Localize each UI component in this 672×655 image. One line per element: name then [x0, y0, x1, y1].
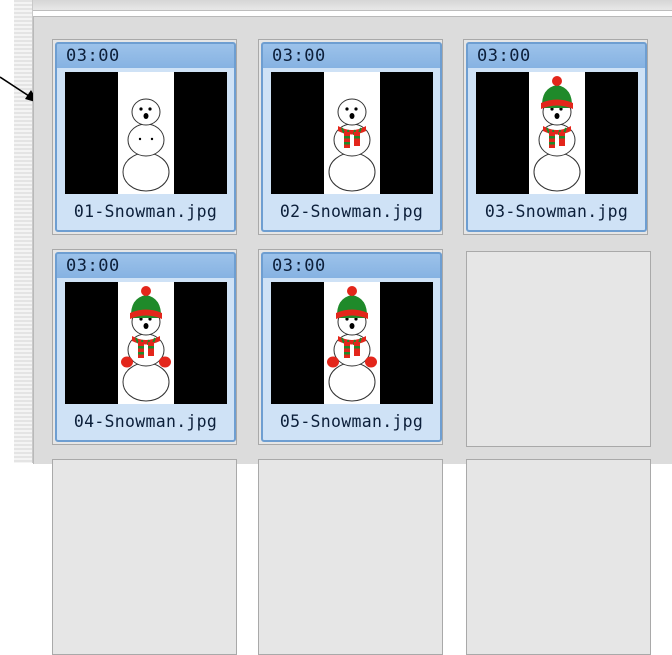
slide-duration: 03:00	[477, 46, 531, 66]
slide-cell[interactable]	[258, 459, 443, 655]
slide-filename: 04-Snowman.jpg	[73, 412, 218, 431]
slide-tile[interactable]: 03:00 05-Snowman.jpg	[261, 252, 442, 442]
slide-cell[interactable]: 03:00 03-Snowman.jpg	[463, 39, 648, 235]
snowman-image	[533, 76, 581, 192]
slide-cell[interactable]	[466, 459, 651, 655]
slide-thumbnail	[65, 72, 227, 194]
window-top-edge	[14, 0, 672, 11]
slide-cell[interactable]	[52, 459, 237, 655]
slide-duration: 03:00	[272, 256, 326, 276]
snowman-image	[121, 286, 171, 402]
slide-filename: 01-Snowman.jpg	[73, 202, 218, 221]
slide-thumbnail	[271, 72, 433, 194]
snowman-image	[122, 98, 170, 192]
slide-cell[interactable]: 03:00 05-Snowman.jpg	[258, 249, 443, 445]
slide-duration: 03:00	[66, 256, 120, 276]
empty-slide-cell[interactable]	[466, 251, 651, 447]
slide-cell[interactable]: 03:00 01-Snowman.jpg	[52, 39, 237, 235]
slide-tile[interactable]: 03:00 01-Snowman.jpg	[55, 42, 236, 232]
slide-grid-panel[interactable]: 03:00 01-Snowman.jpg 03:00 02-Snowman.jp…	[33, 16, 672, 655]
slide-cell[interactable]: 03:00 02-Snowman.jpg	[258, 39, 443, 235]
snowman-image	[327, 286, 377, 402]
slide-duration: 03:00	[66, 46, 120, 66]
slide-tile[interactable]: 03:00 03-Snowman.jpg	[466, 42, 647, 232]
slide-cell[interactable]: 03:00 04-Snowman.jpg	[52, 249, 237, 445]
slide-thumbnail	[476, 72, 638, 194]
slide-tile[interactable]: 03:00 02-Snowman.jpg	[261, 42, 442, 232]
slide-filename: 05-Snowman.jpg	[279, 412, 424, 431]
snowman-image	[328, 98, 376, 192]
slide-duration: 03:00	[272, 46, 326, 66]
slide-filename: 03-Snowman.jpg	[484, 202, 629, 221]
slide-thumbnail	[271, 282, 433, 404]
slide-tile[interactable]: 03:00 04-Snowman.jpg	[55, 252, 236, 442]
slide-filename: 02-Snowman.jpg	[279, 202, 424, 221]
slide-thumbnail	[65, 282, 227, 404]
